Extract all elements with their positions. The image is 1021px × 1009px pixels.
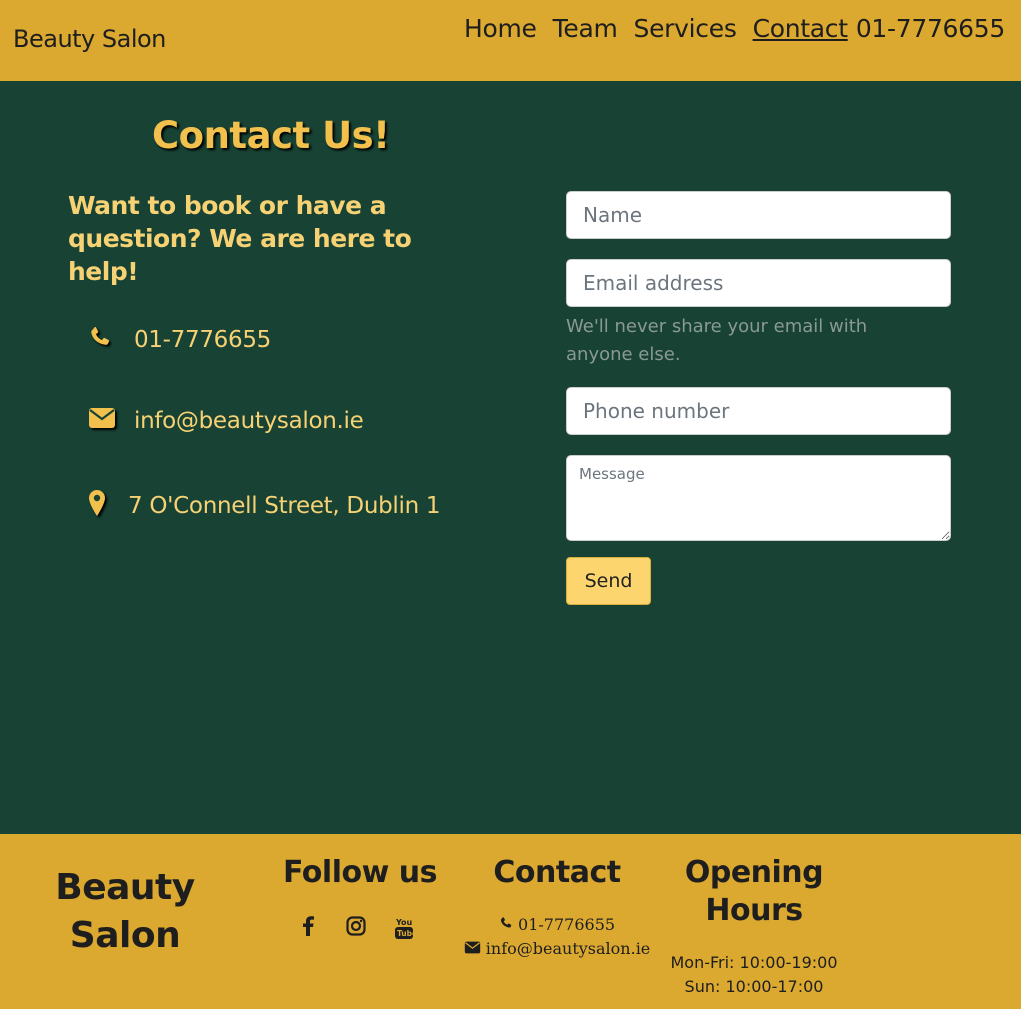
send-button[interactable]: Send xyxy=(566,557,651,605)
page-title: Contact Us! xyxy=(152,114,390,157)
phone-input[interactable] xyxy=(566,387,951,435)
name-input[interactable] xyxy=(566,191,951,239)
footer-hours-title: Opening Hours xyxy=(684,855,824,928)
contact-address-row: 7 O'Connell Street, Dublin 1 xyxy=(88,489,441,523)
footer-phone[interactable]: 01-7776655 xyxy=(518,915,615,934)
footer-phone-row: 01-7776655 xyxy=(457,915,657,934)
contact-address: 7 O'Connell Street, Dublin 1 xyxy=(128,493,441,519)
contact-email[interactable]: info@beautysalon.ie xyxy=(134,408,364,434)
facebook-icon[interactable] xyxy=(295,916,321,945)
social-links: You Tube xyxy=(295,916,417,945)
envelope-icon xyxy=(464,939,486,958)
hours-weekday: Mon-Fri: 10:00-19:00 xyxy=(670,953,838,972)
footer-contact-title: Contact xyxy=(493,855,621,890)
footer-email[interactable]: info@beautysalon.ie xyxy=(486,939,650,958)
nav-link-services[interactable]: Services xyxy=(634,14,737,43)
phone-icon xyxy=(88,325,134,355)
navbar: Beauty Salon Home Team Services Contact … xyxy=(0,0,1021,81)
contact-tagline: Want to book or have a question? We are … xyxy=(68,191,412,286)
email-help-text: We'll never share your email with anyone… xyxy=(566,316,868,365)
contact-phone-row: 01-7776655 xyxy=(88,325,271,355)
map-marker-icon xyxy=(88,489,128,523)
nav-link-home[interactable]: Home xyxy=(464,14,537,43)
contact-phone[interactable]: 01-7776655 xyxy=(134,327,271,353)
youtube-icon[interactable]: You Tube xyxy=(391,916,417,945)
phone-icon xyxy=(499,915,518,934)
svg-text:You: You xyxy=(395,918,413,927)
nav-phone[interactable]: 01-7776655 xyxy=(856,14,1005,43)
hours-sunday: Sun: 10:00-17:00 xyxy=(684,977,824,996)
envelope-icon xyxy=(88,407,134,435)
footer: Beauty Salon Follow us You Tube Contact 0… xyxy=(0,834,1021,1009)
instagram-icon[interactable] xyxy=(343,916,369,945)
footer-brand: Beauty Salon xyxy=(55,867,195,956)
footer-follow-title: Follow us xyxy=(283,855,437,890)
email-input[interactable] xyxy=(566,259,951,307)
nav-link-team[interactable]: Team xyxy=(553,14,618,43)
svg-text:Tube: Tube xyxy=(397,929,414,938)
nav-link-contact[interactable]: Contact xyxy=(753,14,848,43)
message-textarea[interactable] xyxy=(566,455,951,541)
footer-email-row: info@beautysalon.ie xyxy=(457,939,657,958)
nav-links: Home Team Services Contact xyxy=(464,14,848,43)
contact-email-row: info@beautysalon.ie xyxy=(88,407,364,435)
brand-logo[interactable]: Beauty Salon xyxy=(13,25,166,53)
